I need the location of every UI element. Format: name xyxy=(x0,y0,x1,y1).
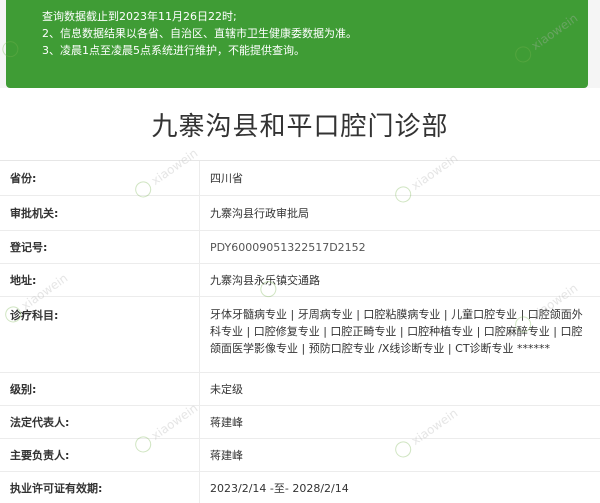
row-value: 四川省 xyxy=(210,172,243,185)
title-area: 九寨沟县和平口腔门诊部 xyxy=(0,88,600,161)
row-label: 诊疗科目: xyxy=(0,297,200,372)
clinic-info-card: 九寨沟县和平口腔门诊部 省份: 四川省 审批机关: 九寨沟县行政审批局 登记号:… xyxy=(0,88,600,503)
notice-banner: 查询数据截止到2023年11月26日22时; 2、信息数据结果以各省、自治区、直… xyxy=(6,0,588,88)
row-value: 未定级 xyxy=(210,383,243,396)
row-legal-representative: 法定代表人: 蒋建峰 xyxy=(0,406,600,439)
row-level: 级别: 未定级 xyxy=(0,373,600,406)
page-title: 九寨沟县和平口腔门诊部 xyxy=(151,111,449,142)
row-label: 执业许可证有效期: xyxy=(0,472,200,503)
row-label: 登记号: xyxy=(0,231,200,263)
row-treatment-subjects: 诊疗科目: 牙体牙髓病专业 | 牙周病专业 | 口腔粘膜病专业 | 儿童口腔专业… xyxy=(0,297,600,373)
row-value: 蒋建峰 xyxy=(210,449,243,462)
row-label: 法定代表人: xyxy=(0,406,200,438)
row-label: 省份: xyxy=(0,161,200,195)
row-address: 地址: 九寨沟县永乐镇交通路 xyxy=(0,264,600,297)
row-label: 级别: xyxy=(0,373,200,405)
row-registration-number: 登记号: PDY60009051322517D2152 xyxy=(0,231,600,264)
row-value: 九寨沟县永乐镇交通路 xyxy=(210,274,320,287)
row-value: 九寨沟县行政审批局 xyxy=(210,207,309,220)
row-principal: 主要负责人: 蒋建峰 xyxy=(0,439,600,472)
row-approval-authority: 审批机关: 九寨沟县行政审批局 xyxy=(0,196,600,231)
row-value: 2023/2/14 -至- 2028/2/14 xyxy=(210,481,349,495)
row-label: 主要负责人: xyxy=(0,439,200,471)
row-label: 审批机关: xyxy=(0,196,200,230)
notice-line-1: 查询数据截止到2023年11月26日22时; xyxy=(42,10,237,23)
row-province: 省份: 四川省 xyxy=(0,161,600,196)
row-license-validity: 执业许可证有效期: 2023/2/14 -至- 2028/2/14 xyxy=(0,472,600,503)
row-value: 蒋建峰 xyxy=(210,416,243,429)
notice-line-3: 3、凌晨1点至凌晨5点系统进行维护，不能提供查询。 xyxy=(42,44,305,57)
row-value: PDY60009051322517D2152 xyxy=(210,240,366,254)
notice-line-2: 2、信息数据结果以各省、自治区、直辖市卫生健康委数据为准。 xyxy=(42,27,357,40)
row-value: 牙体牙髓病专业 | 牙周病专业 | 口腔粘膜病专业 | 儿童口腔专业 | 口腔颌… xyxy=(210,308,583,355)
row-label: 地址: xyxy=(0,264,200,296)
